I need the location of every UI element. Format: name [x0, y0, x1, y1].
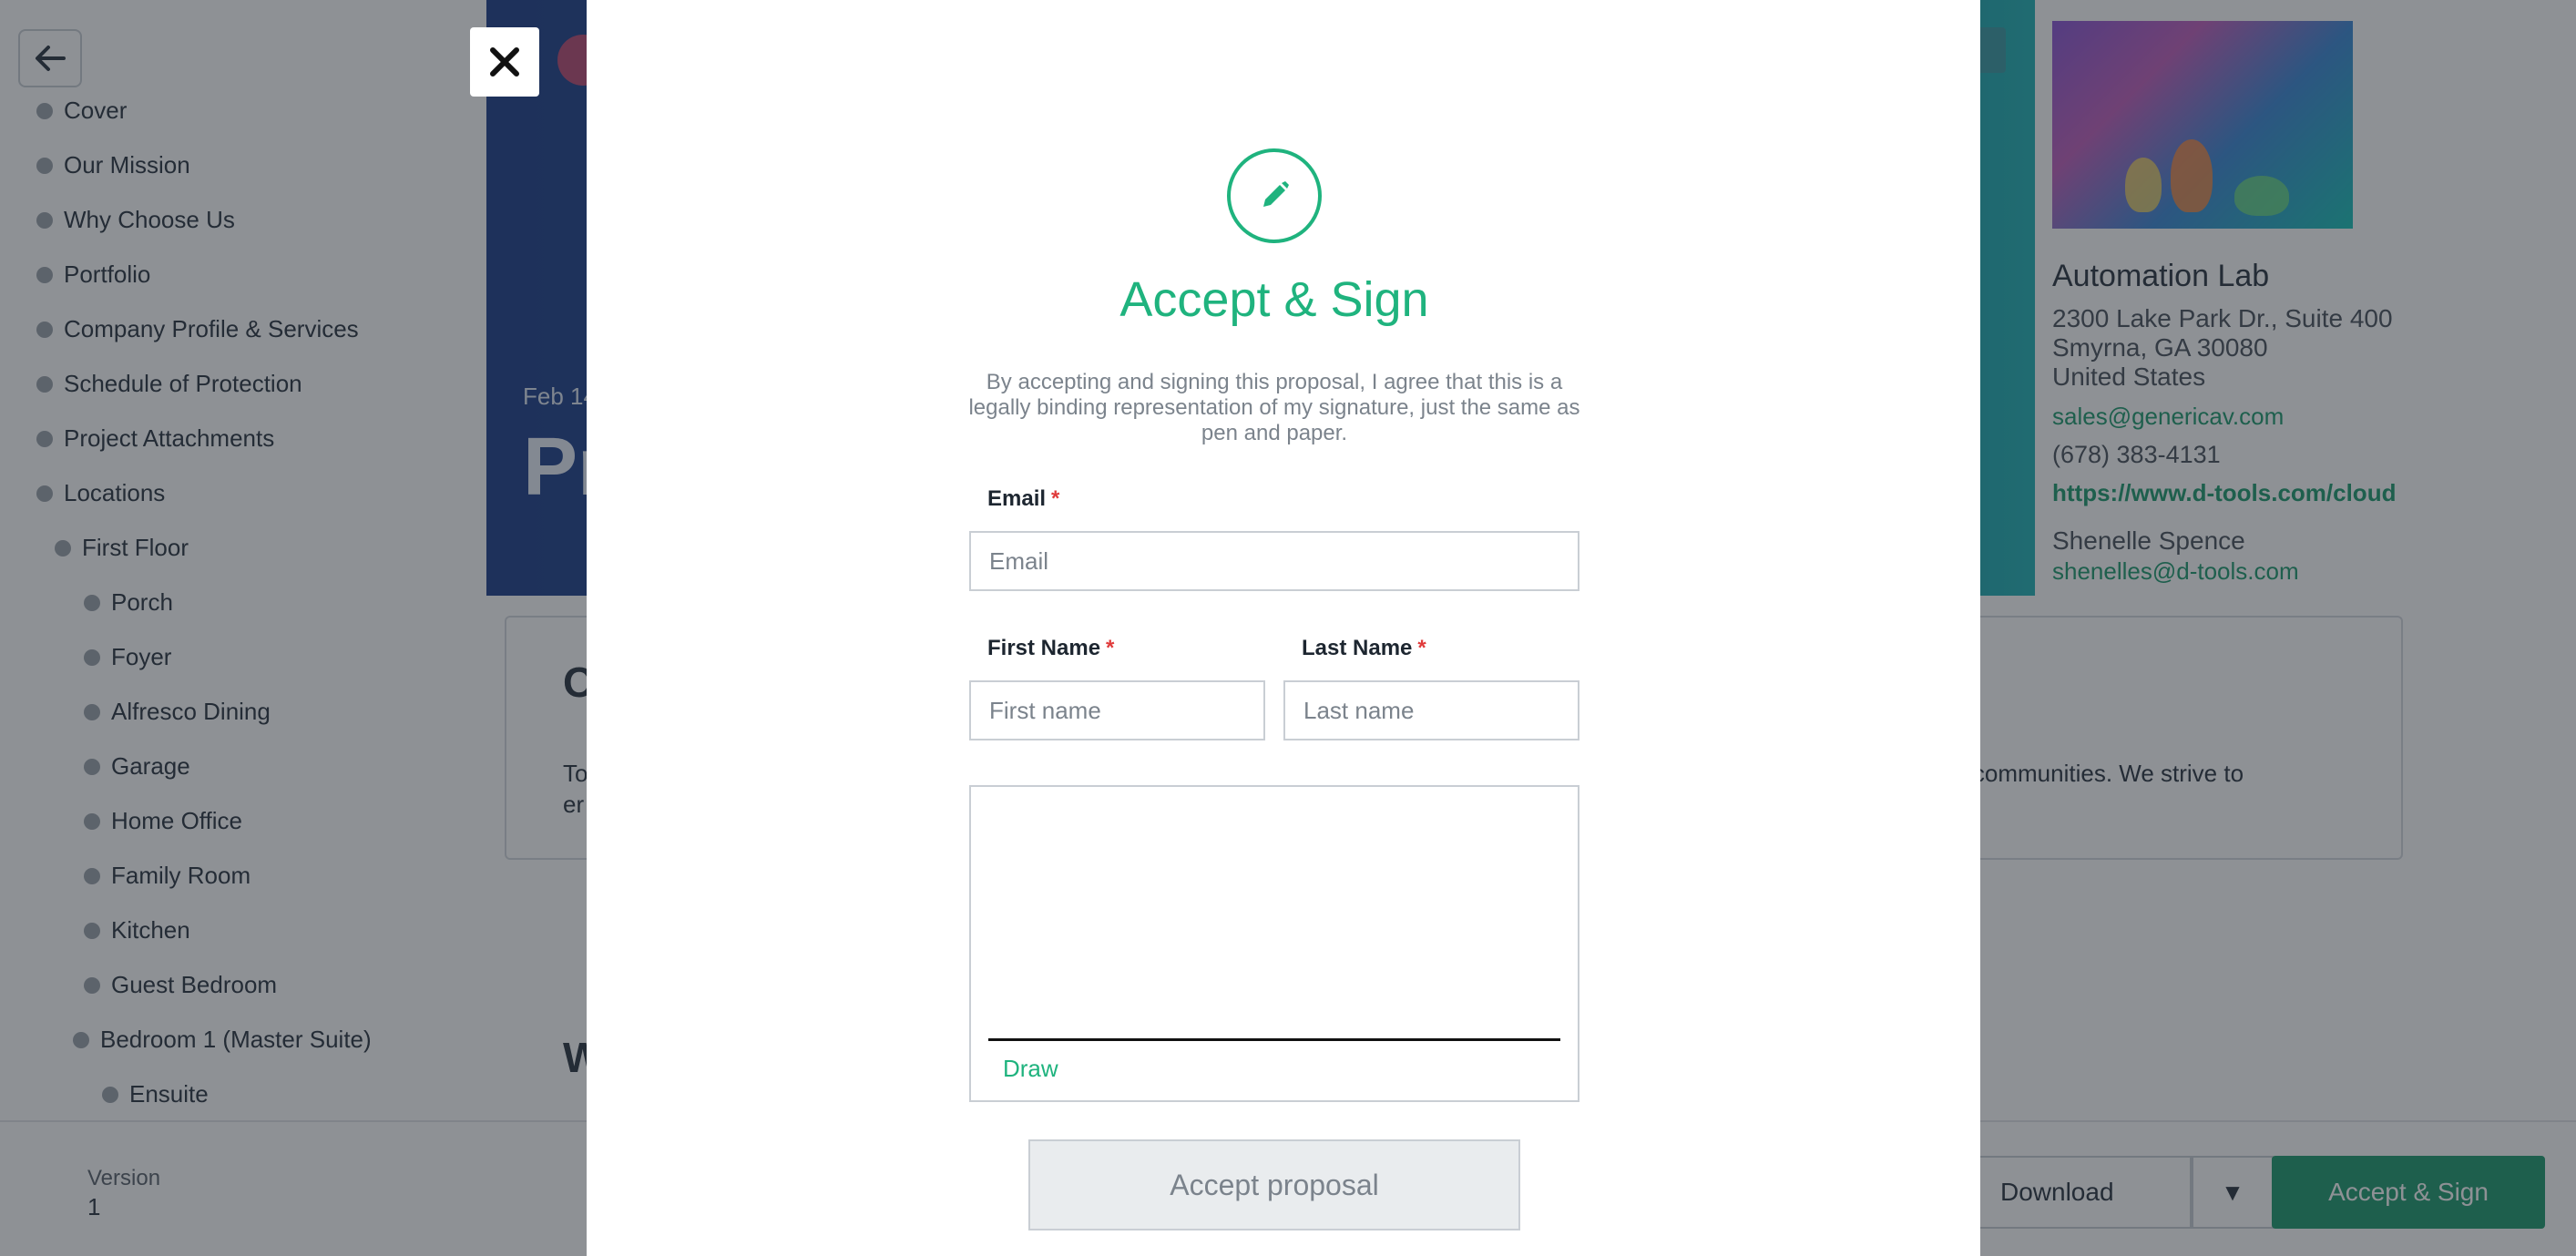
last-name-field[interactable] — [1283, 680, 1579, 740]
modal-description: By accepting and signing this proposal, … — [968, 370, 1580, 445]
signature-line — [988, 1038, 1560, 1041]
accept-proposal-button[interactable]: Accept proposal — [1028, 1139, 1520, 1230]
last-name-label-text: Last Name — [1302, 636, 1413, 660]
first-name-field[interactable] — [969, 680, 1265, 740]
signature-pad[interactable] — [969, 785, 1579, 1102]
modal-title: Accept & Sign — [1119, 272, 1429, 327]
first-name-label: First Name * — [987, 636, 1114, 661]
close-modal-button[interactable] — [470, 27, 539, 97]
required-marker: * — [1106, 636, 1115, 660]
required-marker: * — [1051, 486, 1060, 511]
accept-proposal-label: Accept proposal — [1170, 1168, 1379, 1201]
email-field[interactable] — [969, 531, 1579, 591]
draw-tab[interactable]: Draw — [1003, 1055, 1058, 1083]
close-icon — [490, 47, 519, 77]
required-marker: * — [1417, 636, 1426, 660]
last-name-label: Last Name * — [1302, 636, 1426, 661]
first-name-label-text: First Name — [987, 636, 1101, 660]
pencil-icon-circle — [1227, 148, 1322, 243]
email-label-text: Email — [987, 486, 1047, 511]
pencil-icon — [1263, 181, 1289, 207]
email-label: Email * — [987, 486, 1059, 512]
